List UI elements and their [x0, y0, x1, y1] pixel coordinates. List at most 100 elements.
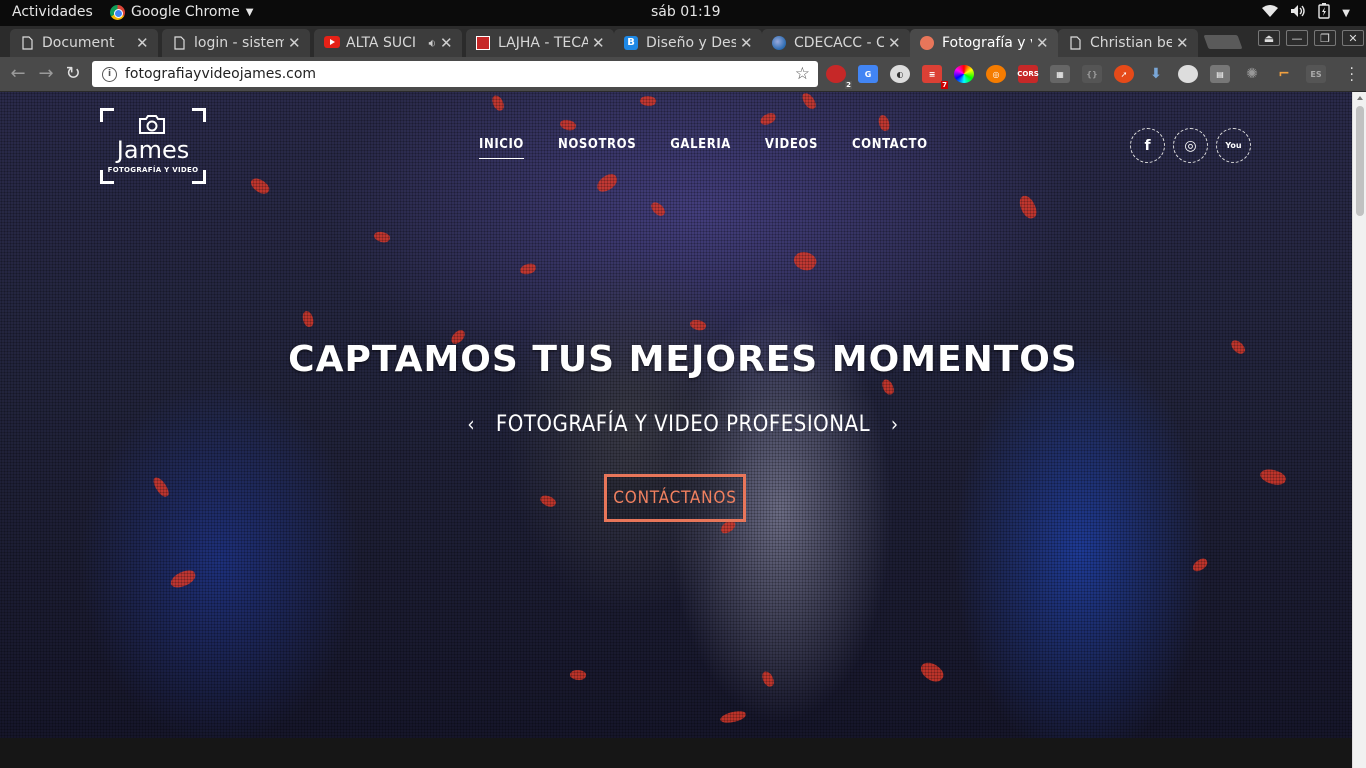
- tab-cdecacc[interactable]: CDECACC - C ✕: [762, 29, 910, 57]
- back-arrow-icon[interactable]: ←: [8, 64, 28, 84]
- petal-decoration: [490, 93, 506, 113]
- volume-icon: [1290, 4, 1306, 22]
- petal-decoration: [301, 310, 315, 328]
- tab-label: login - sistem: [194, 35, 284, 51]
- battery-icon: [1318, 3, 1330, 23]
- spinner-extension-icon[interactable]: ✺: [1242, 65, 1262, 83]
- circle-extension-icon[interactable]: [1178, 65, 1198, 83]
- nav-item-videos[interactable]: VIDEOS: [765, 137, 818, 159]
- json-extension-icon[interactable]: {}: [1082, 65, 1102, 83]
- petal-decoration: [688, 317, 708, 333]
- tab-christian[interactable]: Christian ben ✕: [1058, 29, 1198, 57]
- minimize-button[interactable]: —: [1286, 30, 1308, 46]
- tab-label: CDECACC - C: [794, 35, 884, 51]
- page-scrollbar[interactable]: [1352, 92, 1366, 768]
- petal-decoration: [790, 247, 820, 275]
- activities-button[interactable]: Actividades: [12, 4, 93, 20]
- chrome-icon: [110, 4, 125, 20]
- clock[interactable]: sáb 01:19: [651, 4, 721, 20]
- profile-icon[interactable]: ⏏: [1258, 30, 1280, 46]
- ublock-extension-icon[interactable]: ➚: [1114, 65, 1134, 83]
- new-tab-button[interactable]: [1203, 35, 1243, 49]
- tab-label: Document: [42, 35, 115, 51]
- close-icon[interactable]: ✕: [1176, 34, 1190, 52]
- audio-playing-icon[interactable]: 🔉︎: [428, 36, 436, 51]
- adblock-badge: 2: [845, 81, 852, 89]
- tab-label: Fotografía y v: [942, 35, 1032, 51]
- tab-document[interactable]: Document ✕: [10, 29, 158, 57]
- petal-decoration: [917, 658, 947, 686]
- address-bar[interactable]: i fotografiayvideojames.com ☆: [92, 61, 818, 87]
- url-text[interactable]: fotografiayvideojames.com: [125, 66, 795, 82]
- logo-name: James: [116, 136, 190, 164]
- site-logo[interactable]: James FOTOGRAFÍA Y VIDEO: [100, 108, 206, 184]
- scroll-up-arrow[interactable]: [1357, 96, 1363, 100]
- system-tray[interactable]: ▼: [1262, 3, 1350, 23]
- tab-login[interactable]: login - sistem ✕: [162, 29, 310, 57]
- nav-item-galeria[interactable]: GALERIA: [670, 137, 731, 159]
- nav-item-nosotros[interactable]: NOSOTROS: [558, 137, 636, 159]
- nav-item-contacto[interactable]: CONTACTO: [852, 137, 928, 159]
- clipboard-extension-icon[interactable]: ▤: [1210, 65, 1230, 83]
- translate-extension-icon[interactable]: G: [858, 65, 878, 83]
- petal-decoration: [800, 92, 818, 112]
- language-extension-icon[interactable]: ES: [1306, 65, 1326, 83]
- privacy-extension-icon[interactable]: ◐: [890, 65, 910, 83]
- hero-headline: CAPTAMOS TUS MEJORES MOMENTOS: [288, 339, 1078, 380]
- download-extension-icon[interactable]: ⬇: [1146, 65, 1166, 83]
- youtube-icon[interactable]: You: [1216, 128, 1251, 163]
- lifebuoy-extension-icon[interactable]: ◎: [986, 65, 1006, 83]
- pipette-extension-icon[interactable]: ⌐: [1274, 65, 1294, 83]
- tab-alta-suci[interactable]: ALTA SUCI 🔉︎ ✕: [314, 29, 462, 57]
- instagram-icon[interactable]: ◎: [1173, 128, 1208, 163]
- blogger-icon: B: [624, 36, 638, 50]
- todoist-badge: 7: [941, 81, 948, 89]
- pdf-icon: [476, 36, 490, 50]
- app-menu[interactable]: Google Chrome ▼: [110, 4, 253, 20]
- scrollbar-thumb[interactable]: [1356, 106, 1364, 216]
- document-icon: [172, 36, 186, 50]
- facebook-icon[interactable]: f: [1130, 128, 1165, 163]
- close-icon[interactable]: ✕: [592, 34, 606, 52]
- petal-decoration: [649, 199, 667, 219]
- globe-icon: [772, 36, 786, 50]
- close-icon[interactable]: ✕: [440, 34, 454, 52]
- maximize-button[interactable]: ❐: [1314, 30, 1336, 46]
- tab-label: Christian ben: [1090, 35, 1172, 51]
- close-icon[interactable]: ✕: [888, 34, 902, 52]
- social-links: f ◎ You: [1130, 128, 1251, 163]
- petal-decoration: [760, 669, 776, 689]
- reload-icon[interactable]: ↻: [63, 64, 83, 84]
- petal-decoration: [1190, 556, 1210, 574]
- close-icon[interactable]: ✕: [136, 34, 150, 52]
- nav-item-inicio[interactable]: INICIO: [479, 137, 524, 159]
- petal-decoration: [880, 377, 896, 397]
- color-picker-extension-icon[interactable]: [954, 65, 974, 83]
- tab-lajha[interactable]: LAJHA - TECA ✕: [466, 29, 614, 57]
- tab-diseno[interactable]: B Diseño y Des ✕: [614, 29, 762, 57]
- grid-extension-icon[interactable]: ▦: [1050, 65, 1070, 83]
- petal-decoration: [538, 492, 558, 510]
- slider-prev-arrow[interactable]: ‹: [467, 412, 475, 436]
- info-icon[interactable]: i: [102, 66, 117, 82]
- close-icon[interactable]: ✕: [1036, 34, 1050, 52]
- page-bottom-section: [0, 738, 1352, 768]
- petal-decoration: [593, 171, 621, 195]
- adblock-extension-icon[interactable]: 2: [826, 65, 852, 89]
- close-icon[interactable]: ✕: [288, 34, 302, 52]
- document-icon: [20, 36, 34, 50]
- petal-decoration: [569, 668, 587, 682]
- contact-cta-button[interactable]: CONTÁCTANOS: [604, 474, 746, 522]
- tab-fotografia[interactable]: Fotografía y v ✕: [910, 29, 1058, 57]
- cors-extension-icon[interactable]: CORS: [1017, 65, 1039, 83]
- close-window-button[interactable]: ✕: [1342, 30, 1364, 46]
- slider-next-arrow[interactable]: ›: [891, 412, 899, 436]
- todoist-extension-icon[interactable]: ≡ 7: [922, 65, 948, 89]
- petal-decoration: [877, 114, 891, 132]
- petal-decoration: [639, 94, 657, 108]
- menu-kebab-icon[interactable]: · · ·: [1350, 62, 1354, 88]
- bookmark-star-icon[interactable]: ☆: [795, 64, 810, 84]
- tab-label: LAJHA - TECA: [498, 35, 588, 51]
- close-icon[interactable]: ✕: [740, 34, 754, 52]
- forward-arrow-icon[interactable]: →: [36, 64, 56, 84]
